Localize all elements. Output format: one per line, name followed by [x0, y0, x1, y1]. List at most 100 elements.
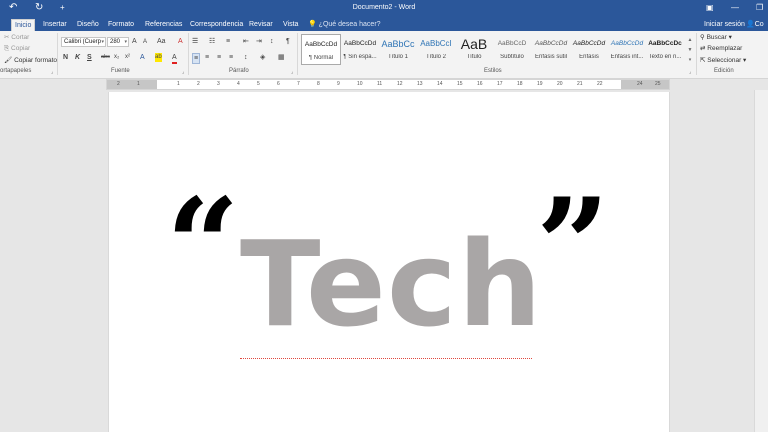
chevron-down-icon: ▾: [101, 39, 104, 45]
underline-button[interactable]: S: [87, 53, 92, 62]
font-name-select[interactable]: Calibri (Cuerp ▾: [61, 37, 106, 47]
ruler-number: 9: [337, 81, 340, 87]
center-icon[interactable]: ≡: [205, 53, 209, 62]
tab-formato[interactable]: Formato: [105, 19, 137, 31]
tell-me-search[interactable]: 💡 ¿Qué desea hacer?: [308, 19, 381, 31]
horizontal-ruler[interactable]: 2 1 1 2 3 4 5 6 7 8 9 10 11 12 13 14 15 …: [106, 79, 670, 90]
style-title[interactable]: AaB Título: [454, 34, 494, 65]
sort-icon[interactable]: ↕: [270, 37, 274, 46]
share-button[interactable]: 👤Co: [746, 19, 764, 31]
style-heading-1[interactable]: AaBbCc Título 1: [378, 34, 418, 65]
clipboard-group-label: ortapapeles: [0, 68, 32, 74]
style-preview: AaBbCcDd: [610, 40, 644, 47]
window-title: Documento2 - Word: [352, 4, 416, 11]
ruler-number: 7: [297, 81, 300, 87]
ruler-number: 13: [417, 81, 423, 87]
font-color-icon[interactable]: A: [172, 53, 177, 64]
tab-revisar[interactable]: Revisar: [246, 19, 276, 31]
style-name: Texto en n...: [648, 54, 682, 60]
increase-indent-icon[interactable]: ⇥: [256, 37, 262, 46]
ruler-number: 8: [317, 81, 320, 87]
replace-button[interactable]: ⇄ Reemplazar: [700, 44, 742, 53]
line-spacing-icon[interactable]: ↕: [244, 53, 248, 62]
style-preview: AaB: [460, 36, 488, 52]
show-marks-icon[interactable]: ¶: [286, 37, 290, 46]
document-word[interactable]: Tech: [240, 225, 543, 343]
borders-icon[interactable]: ▦: [278, 53, 285, 62]
style-strong[interactable]: AaBbCcDc Texto en n...: [645, 34, 685, 65]
style-emphasis[interactable]: AaBbCcDd Énfasis: [569, 34, 609, 65]
style-name: Énfasis int...: [610, 54, 644, 60]
vertical-scrollbar[interactable]: [754, 90, 768, 432]
style-subtitle[interactable]: AaBbCcD Subtítulo: [492, 34, 532, 65]
clear-formatting-icon[interactable]: A: [178, 37, 183, 46]
change-case-icon[interactable]: Aa: [157, 37, 166, 46]
styles-group-label: Estilos: [484, 68, 502, 74]
ruler-number: 5: [257, 81, 260, 87]
group-divider: [696, 33, 697, 75]
select-button[interactable]: ⇱ Seleccionar ▾: [700, 56, 746, 65]
bullets-icon[interactable]: ☰: [192, 37, 198, 46]
restore-button[interactable]: ❐: [756, 3, 763, 12]
find-label: Buscar: [706, 34, 727, 41]
ruler-right-margin: [621, 80, 669, 89]
paragraph-launcher-icon[interactable]: ⌟: [291, 69, 293, 75]
ruler-number: 14: [437, 81, 443, 87]
minimize-button[interactable]: —: [731, 3, 739, 12]
strikethrough-button[interactable]: abc: [101, 53, 110, 62]
tab-vista[interactable]: Vista: [280, 19, 301, 31]
style-preview: AaBbCcDd: [534, 40, 568, 47]
style-no-spacing[interactable]: AaBbCcDd ¶ Sin espa...: [340, 34, 380, 65]
multilevel-list-icon[interactable]: ≡: [226, 37, 230, 46]
share-label: Co: [754, 21, 764, 28]
ruler-number: 11: [377, 81, 383, 87]
ruler-number: 21: [577, 81, 583, 87]
tab-referencias[interactable]: Referencias: [142, 19, 185, 31]
numbering-icon[interactable]: ☷: [209, 37, 215, 46]
styles-launcher-icon[interactable]: ⌟: [689, 69, 691, 75]
copy-button[interactable]: ⎘ Copiar: [4, 44, 30, 53]
group-divider: [57, 33, 58, 75]
spelling-error-underline: [240, 357, 532, 359]
style-name: Subtítulo: [500, 54, 524, 60]
replace-icon: ⇄: [700, 45, 706, 52]
superscript-button[interactable]: x²: [125, 53, 130, 62]
style-heading-2[interactable]: AaBbCcI Título 2: [416, 34, 456, 65]
cut-button[interactable]: ✂ Cortar: [4, 33, 29, 42]
style-preview: AaBbCcD: [497, 40, 527, 47]
italic-button[interactable]: K: [75, 53, 80, 62]
tab-insertar[interactable]: Insertar: [40, 19, 70, 31]
grow-font-icon[interactable]: A: [132, 37, 137, 46]
find-button[interactable]: ⚲ Buscar ▾: [700, 33, 732, 42]
sign-in-link[interactable]: Iniciar sesión: [704, 19, 745, 31]
align-left-icon[interactable]: ≡: [192, 53, 201, 64]
style-normal[interactable]: AaBbCcDd ¶ Normal: [301, 34, 341, 65]
tab-diseno[interactable]: Diseño: [74, 19, 102, 31]
decrease-indent-icon[interactable]: ⇤: [243, 37, 249, 46]
select-label: Seleccionar: [707, 57, 742, 64]
shrink-font-icon[interactable]: A: [143, 38, 147, 47]
style-name: Énfasis sutil: [534, 54, 567, 60]
style-subtle-emphasis[interactable]: AaBbCcDd Énfasis sutil: [531, 34, 571, 65]
ruler-number: 16: [477, 81, 483, 87]
shading-icon[interactable]: ◈: [260, 53, 265, 62]
style-intense-emphasis[interactable]: AaBbCcDd Énfasis int...: [607, 34, 647, 65]
text-effects-icon[interactable]: A: [140, 53, 145, 62]
format-painter-button[interactable]: 🖌 Copiar formato: [4, 56, 57, 65]
tab-inicio[interactable]: Inicio: [11, 19, 36, 31]
font-size-select[interactable]: 280 ▾: [107, 37, 129, 47]
justify-icon[interactable]: ≡: [229, 53, 233, 62]
font-launcher-icon[interactable]: ⌟: [182, 69, 184, 75]
highlight-icon[interactable]: ab: [155, 53, 162, 62]
style-name: Título: [466, 54, 482, 60]
subscript-button[interactable]: x₂: [114, 53, 119, 62]
bold-button[interactable]: N: [63, 53, 68, 62]
tab-correspondencia[interactable]: Correspondencia: [187, 19, 246, 31]
clipboard-launcher-icon[interactable]: ⌟: [51, 69, 53, 75]
ruler-number: 17: [497, 81, 503, 87]
ribbon-display-options-icon[interactable]: ▣: [706, 3, 714, 12]
style-name: Título 2: [425, 54, 446, 60]
ruler-number: 25: [655, 81, 661, 87]
align-right-icon[interactable]: ≡: [217, 53, 221, 62]
styles-gallery-scroll[interactable]: ▲ ▼ ▾: [686, 35, 694, 65]
